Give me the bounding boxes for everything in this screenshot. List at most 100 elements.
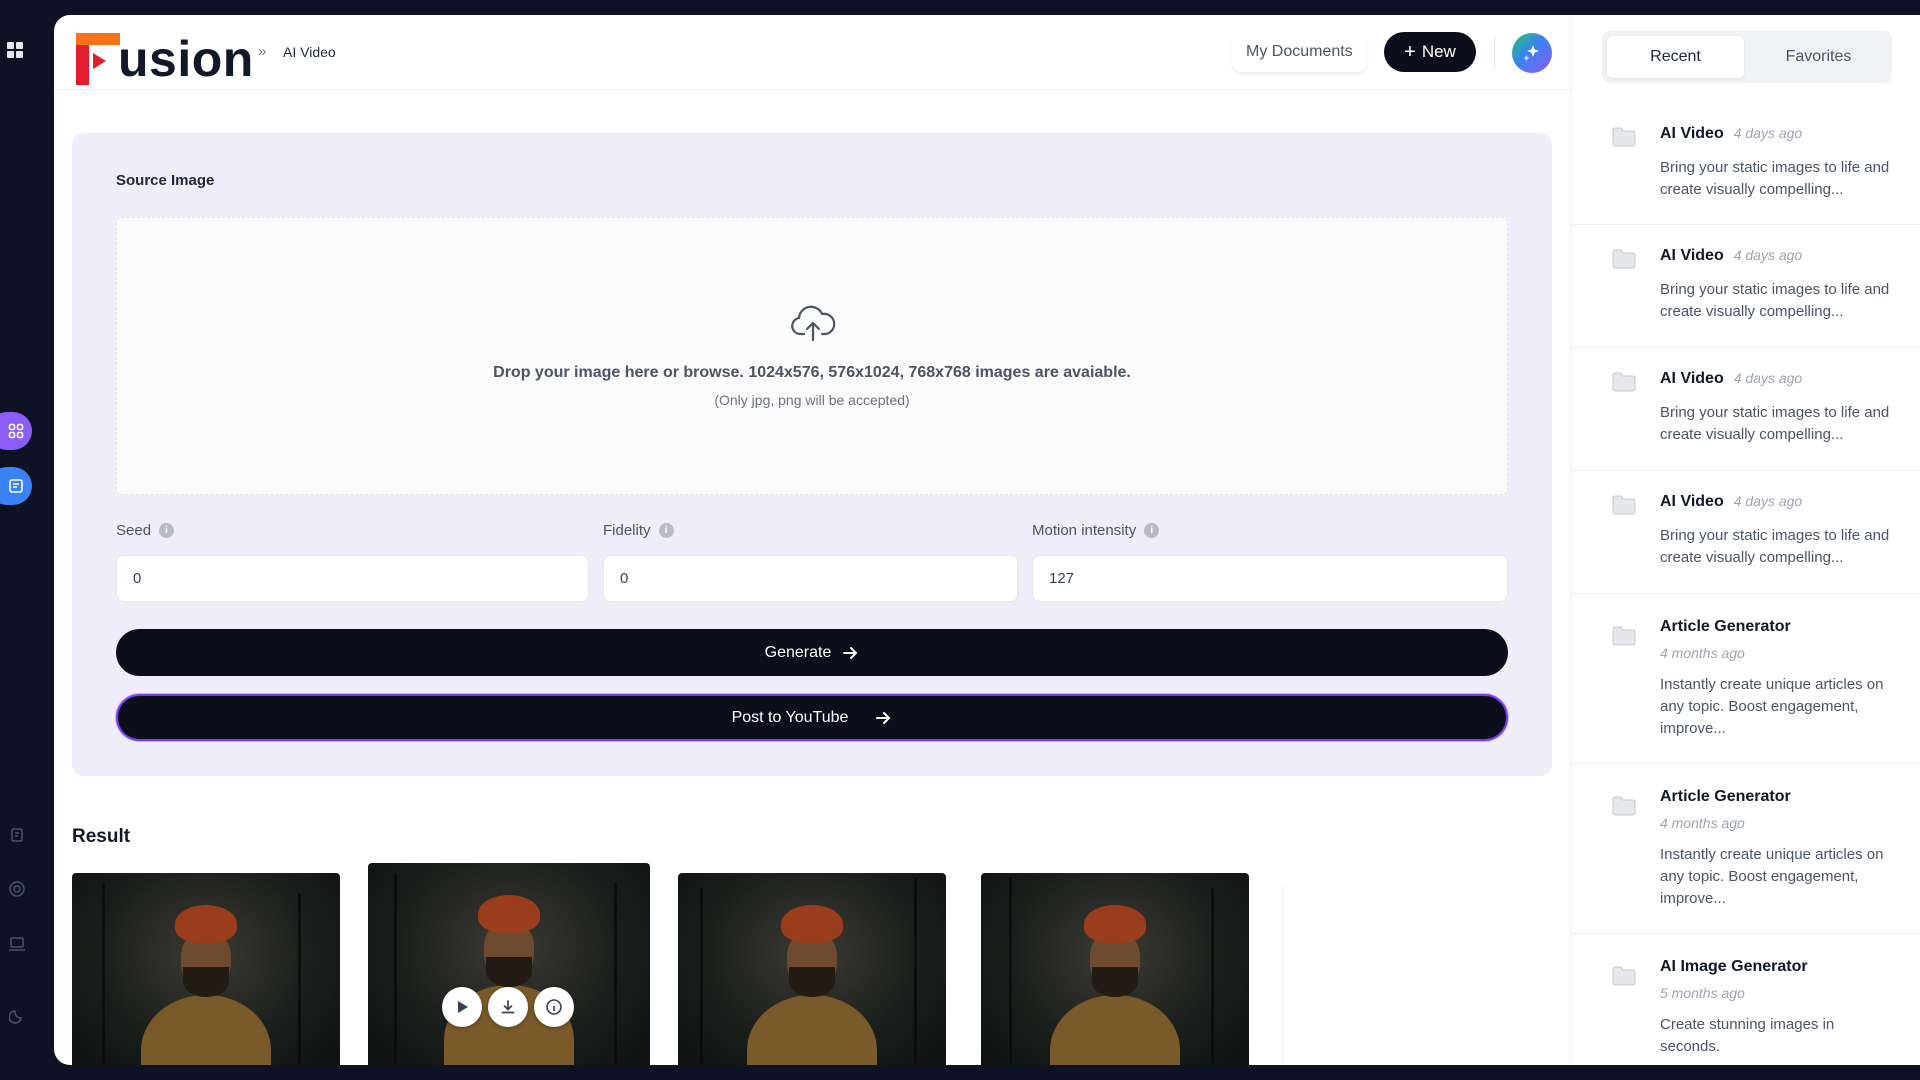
dropzone-instructions: Drop your image here or browse. 1024x576… [493,364,1131,381]
motion-intensity-input[interactable]: 127 [1032,555,1508,602]
support-icon[interactable] [4,876,30,902]
fidelity-input[interactable]: 0 [603,555,1018,602]
recent-list-item[interactable]: AI Video 4 days ago Bring your static imag… [1572,471,1920,594]
tree [298,893,301,1065]
result-thumbnail[interactable] [678,873,946,1065]
arrow-right-icon [843,646,858,659]
portrait-figure [444,895,574,1065]
generate-button-label: Generate [764,643,832,661]
result-thumbnail[interactable] [981,873,1249,1065]
item-title: AI Video [1660,247,1724,264]
folder-icon [1612,249,1636,269]
folder-icon [1612,495,1636,515]
tree [1211,888,1214,1065]
portrait-figure [747,905,877,1065]
breadcrumb-current[interactable]: AI Video [283,44,336,60]
recent-list-item[interactable]: Article Generator 4 months ago Instantly c… [1572,764,1920,934]
rail-apps-button[interactable] [0,412,32,450]
youtube-button-label: Post to YouTube [731,708,849,726]
folder-icon [1612,127,1636,147]
item-description: Bring your static images to life and cre… [1660,159,1890,198]
motion-label-text: Motion intensity [1032,522,1137,539]
folder-icon [1612,372,1636,392]
folder-icon [1612,966,1636,986]
folder-icon [1612,796,1636,816]
apps-grid-icon[interactable] [2,37,28,63]
figure-body [141,995,271,1065]
fidelity-label-text: Fidelity [603,522,651,539]
history-sidebar: Recent Favorites AI Video 4 days ago Bring… [1571,15,1920,1065]
moon-icon[interactable] [4,1003,30,1029]
item-description: Instantly create unique articles on any … [1660,846,1884,907]
item-heading: AI Video 4 days ago [1660,125,1802,143]
figure-beard [1092,967,1138,997]
result-divider [1282,885,1283,1065]
item-title: AI Image Generator [1660,958,1808,975]
item-time: 4 months ago [1660,645,1745,661]
left-rail [0,0,54,1080]
tab-favorites[interactable]: Favorites [1750,36,1887,78]
info-icon[interactable]: i [159,523,175,538]
item-time: 4 days ago [1733,247,1803,263]
laptop-icon[interactable] [4,931,30,957]
portrait-figure [1050,905,1180,1065]
image-dropzone[interactable]: Drop your image here or browse. 1024x576… [116,217,1508,495]
figure-beard [183,967,229,997]
main-window: usion » AI Video My Documents + New Sour… [54,15,1920,1065]
info-icon[interactable]: i [1144,523,1160,538]
recent-list-item[interactable]: AI Video 4 days ago Bring your static imag… [1572,225,1920,348]
figure-body [1050,995,1180,1065]
tree [102,883,105,1065]
ai-assistant-button[interactable] [1512,33,1552,73]
recent-list-item[interactable]: AI Video 4 days ago Bring your static imag… [1572,103,1920,225]
result-thumbnail[interactable] [72,873,340,1065]
download-icon[interactable] [488,987,528,1027]
seed-label-text: Seed [116,522,152,539]
plus-icon: + [1404,41,1416,63]
notes-icon[interactable] [4,822,30,848]
play-icon[interactable] [442,987,482,1027]
item-description: Bring your static images to life and cre… [1660,527,1890,566]
item-time: 4 days ago [1733,370,1803,386]
generate-button[interactable]: Generate [116,629,1508,676]
info-circle-icon[interactable] [534,987,574,1027]
seed-input[interactable]: 0 [116,555,589,602]
figure-turban [478,895,540,933]
figure-turban [781,905,843,943]
motion-intensity-label: Motion intensity i [1032,522,1160,539]
arrow-right-icon [876,711,891,724]
recent-list-item[interactable]: AI Image Generator 5 months ago Create stu… [1572,934,1920,1065]
figure-turban [1084,905,1146,943]
item-heading: AI Video 4 days ago [1660,370,1802,388]
history-tabs: Recent Favorites [1602,31,1892,83]
item-description: Bring your static images to life and cre… [1660,281,1890,320]
item-heading: AI Video 4 days ago [1660,493,1802,511]
new-button[interactable]: + New [1384,32,1476,72]
seed-label: Seed i [116,522,175,539]
item-heading: AI Video 4 days ago [1660,247,1802,265]
recent-list-item[interactable]: AI Video 4 days ago Bring your static imag… [1572,348,1920,471]
result-thumbnail-hovered[interactable] [368,863,650,1065]
item-description: Instantly create unique articles on any … [1660,676,1884,737]
tree [914,878,917,1065]
folder-icon [1612,626,1636,646]
rail-documents-button[interactable] [0,467,32,505]
recent-list-item[interactable]: Article Generator 4 months ago Instantly c… [1572,594,1920,764]
item-title: AI Video [1660,493,1724,510]
top-header: usion » AI Video My Documents + New [54,15,1571,90]
item-time: 4 days ago [1733,493,1803,509]
post-to-youtube-button[interactable]: Post to YouTube [116,694,1508,741]
item-title: AI Video [1660,125,1724,142]
item-title: Article Generator [1660,788,1791,805]
portrait-figure [141,905,271,1065]
logo-mark [76,33,120,85]
document-icon [9,479,23,493]
tab-recent[interactable]: Recent [1607,36,1744,78]
item-title: Article Generator [1660,618,1791,635]
video-form-panel: Source Image Drop your image here or bro… [72,133,1552,776]
info-icon[interactable]: i [658,523,674,538]
figure-beard [789,967,835,997]
brand-logo[interactable]: usion [76,25,254,85]
my-documents-button[interactable]: My Documents [1232,32,1367,72]
grid-icon [8,423,24,439]
